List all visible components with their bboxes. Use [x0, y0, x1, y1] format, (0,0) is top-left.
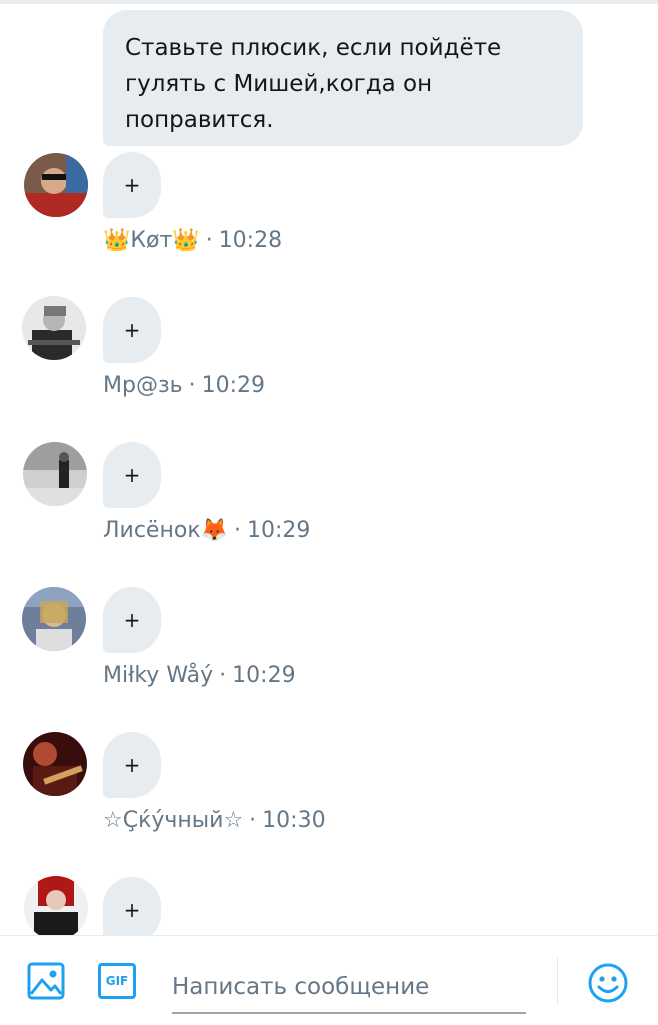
author-name[interactable]: Лисёнок🦊 — [103, 518, 228, 543]
avatar[interactable] — [23, 442, 87, 506]
avatar[interactable] — [24, 153, 88, 217]
gif-button[interactable]: GIF — [98, 963, 136, 999]
reply-bubble[interactable]: + — [103, 732, 161, 798]
emoji-icon[interactable] — [587, 962, 629, 1004]
avatar[interactable] — [22, 587, 86, 651]
meta-separator: · — [205, 228, 213, 253]
message-composer: GIF — [0, 935, 658, 1025]
author-name[interactable]: Мр@зь — [103, 373, 183, 398]
author-name[interactable]: 👑Кøт👑 — [103, 228, 200, 253]
avatar[interactable] — [24, 876, 88, 940]
gif-label: GIF — [105, 974, 129, 988]
timestamp: 10:30 — [262, 808, 326, 833]
reply-text: + — [123, 753, 141, 777]
reply-bubble[interactable]: + — [103, 442, 161, 508]
reply-bubble[interactable]: + — [103, 297, 161, 363]
timestamp: 10:29 — [247, 518, 311, 543]
reply-text: + — [123, 173, 141, 197]
top-divider — [0, 0, 658, 4]
message-meta: ☆Çќýчный☆ · 10:30 — [103, 808, 326, 833]
avatar[interactable] — [22, 296, 86, 360]
composer-divider — [557, 958, 558, 1004]
meta-separator: · — [234, 518, 241, 543]
message-meta: Лисёнок🦊 · 10:29 — [103, 518, 310, 543]
reply-bubble[interactable]: + — [103, 877, 161, 943]
message-bubble[interactable]: Ставьте плюсик, если пойдёте гулять с Ми… — [103, 10, 583, 146]
author-name[interactable]: ☆Çќýчный☆ — [103, 808, 243, 833]
reply-text: + — [123, 318, 141, 342]
message-input[interactable] — [172, 962, 526, 1014]
meta-separator: · — [249, 808, 257, 833]
meta-separator: · — [188, 373, 196, 398]
reply-text: + — [123, 463, 141, 487]
message-meta: Miłky Wåý · 10:29 — [103, 663, 296, 688]
message-meta: 👑Кøт👑 · 10:28 — [103, 228, 282, 253]
timestamp: 10:29 — [232, 663, 296, 688]
author-name[interactable]: Miłky Wåý — [103, 663, 213, 688]
image-icon[interactable] — [27, 962, 65, 1000]
reply-bubble[interactable]: + — [103, 152, 161, 218]
reply-text: + — [123, 608, 141, 632]
timestamp: 10:28 — [218, 228, 283, 253]
message-meta: Мр@зь · 10:29 — [103, 373, 265, 398]
reply-bubble[interactable]: + — [103, 587, 161, 653]
avatar[interactable] — [23, 732, 87, 796]
message-text: Ставьте плюсик, если пойдёте гулять с Ми… — [125, 35, 502, 133]
reply-text: + — [123, 898, 141, 922]
timestamp: 10:29 — [201, 373, 266, 398]
meta-separator: · — [219, 663, 227, 688]
